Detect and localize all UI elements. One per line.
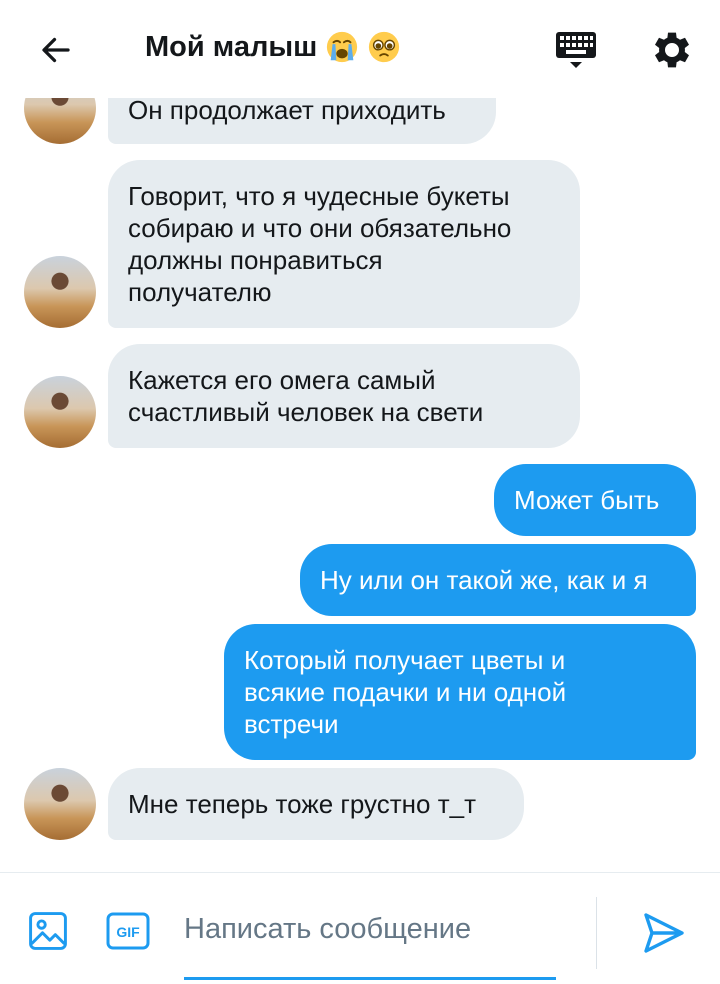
crying-face-emoji [327, 31, 358, 63]
message-text: Мне теперь тоже грустно т_т [128, 789, 476, 819]
settings-button[interactable] [648, 26, 696, 74]
input-underline [184, 977, 556, 980]
message-bubble-outgoing: Который получает цветы и всякие подачки … [224, 624, 696, 760]
add-gif-button[interactable]: GIF [106, 911, 150, 951]
message-bubble-outgoing: Может быть [494, 464, 696, 536]
message-text: Может быть [514, 485, 660, 515]
keyboard-icon [556, 32, 596, 68]
avatar[interactable] [24, 256, 96, 328]
message-text: Говорит, что я чудесные букеты собираю и… [128, 181, 512, 307]
conversation-header: Мой малыш [0, 0, 720, 98]
message-bubble-incoming: Кажется его омега самый счастливый челов… [108, 344, 580, 448]
pleading-face-emoji [369, 31, 400, 63]
gear-icon [655, 32, 689, 68]
send-button[interactable] [640, 909, 688, 957]
message-text: Он продолжает приходить [128, 95, 446, 125]
image-icon [29, 912, 67, 950]
message-bubble-incoming: Говорит, что я чудесные букеты собираю и… [108, 160, 580, 328]
message-input[interactable] [184, 903, 556, 955]
back-arrow-icon [42, 37, 70, 63]
message-text: Который получает цветы и всякие подачки … [244, 645, 567, 739]
gif-label: GIF [116, 924, 140, 940]
avatar[interactable] [24, 376, 96, 448]
send-icon [644, 913, 684, 953]
message-bubble-incoming: Мне теперь тоже грустно т_т [108, 768, 524, 840]
keyboard-button[interactable] [552, 26, 600, 74]
gif-icon: GIF [106, 912, 150, 950]
message-text: Кажется его омега самый счастливый челов… [128, 365, 484, 427]
divider [596, 897, 597, 969]
message-composer: GIF [0, 872, 720, 984]
message-bubble-outgoing: Ну или он такой же, как и я [300, 544, 696, 616]
conversation-title[interactable]: Мой малыш [145, 30, 401, 64]
message-thread: Он продолжает приходить Говорит, что я ч… [0, 0, 720, 872]
back-button[interactable] [34, 28, 78, 72]
add-media-button[interactable] [26, 909, 70, 953]
message-text: Ну или он такой же, как и я [320, 565, 648, 595]
title-text: Мой малыш [145, 30, 318, 63]
avatar[interactable] [24, 768, 96, 840]
